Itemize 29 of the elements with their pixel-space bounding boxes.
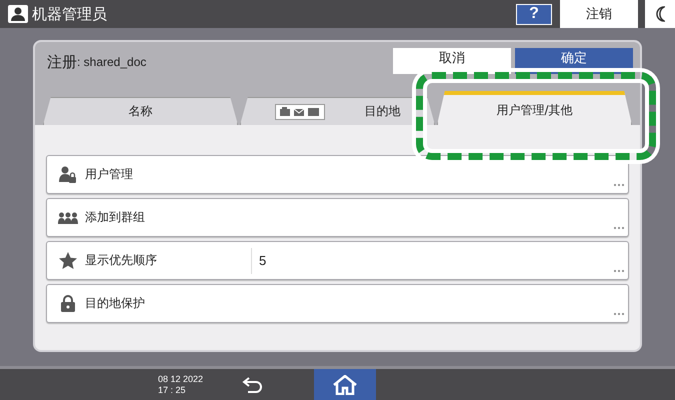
setting-row[interactable]: 目的地保护	[46, 284, 629, 323]
destination-types-icon	[280, 107, 320, 116]
tab[interactable]: 用户管理/其他	[437, 91, 632, 125]
user-icon	[11, 7, 25, 21]
dialog-title: 注册	[47, 52, 77, 72]
moon-icon[interactable]	[655, 6, 665, 22]
home-icon	[333, 375, 357, 395]
setting-value: 5	[251, 248, 266, 274]
status-time: 17 : 25	[158, 385, 187, 396]
setting-row[interactable]: 用户管理	[46, 155, 629, 194]
setting-row[interactable]: 添加到群组	[46, 198, 629, 237]
setting-label: 目的地保护	[85, 295, 146, 312]
status-date: 08 12 2022	[158, 374, 204, 385]
tab[interactable]: 目的地	[240, 97, 435, 125]
logout-button[interactable]: 注销	[560, 0, 638, 28]
back-icon[interactable]	[242, 377, 264, 393]
setting-label: 用户管理	[85, 166, 134, 183]
setting-label: 添加到群组	[85, 209, 146, 226]
setting-label: 显示优先顺序	[85, 252, 158, 269]
help-button[interactable]: ?	[516, 4, 552, 24]
setting-row[interactable]: 显示优先顺序 5	[46, 241, 629, 280]
lock-icon	[61, 295, 75, 312]
group-icon	[58, 212, 78, 224]
home-button[interactable]	[314, 369, 376, 400]
screen-title: 机器管理员	[32, 4, 108, 24]
tab[interactable]: 名称	[43, 97, 238, 125]
star-icon	[59, 252, 77, 269]
dialog-subtitle: : shared_doc	[77, 55, 148, 69]
user-lock-icon	[59, 166, 77, 184]
